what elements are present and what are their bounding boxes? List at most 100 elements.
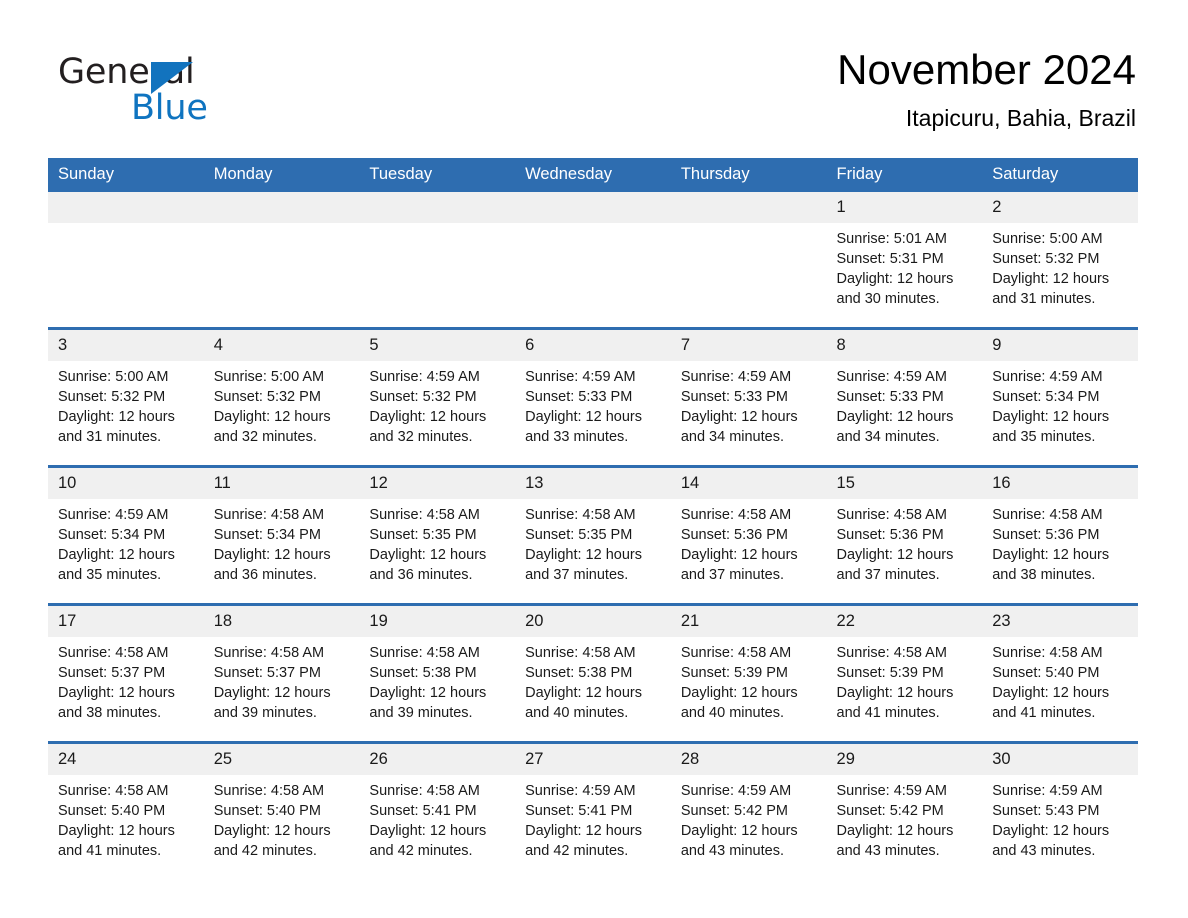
weekday-header-sunday: Sunday xyxy=(48,158,204,192)
calendar-day-cell[interactable]: 29 Sunrise: 4:59 AM Sunset: 5:42 PM Dayligh… xyxy=(826,741,983,879)
daylight-text: Daylight: 12 hours and 43 minutes. xyxy=(992,823,1110,859)
day-cell-inner: 3 Sunrise: 5:00 AM Sunset: 5:32 PM Daylight… xyxy=(48,330,204,465)
calendar-day-cell[interactable]: 6 Sunrise: 4:59 AM Sunset: 5:33 PM Daylight… xyxy=(515,327,671,467)
sunrise-text: Sunrise: 4:58 AM xyxy=(369,507,480,523)
sunrise-text: Sunrise: 4:58 AM xyxy=(58,783,169,799)
day-cell-inner: 26 Sunrise: 4:58 AM Sunset: 5:41 PM Dayligh… xyxy=(359,744,516,879)
day-cell-inner: 24 Sunrise: 4:58 AM Sunset: 5:40 PM Dayligh… xyxy=(48,744,204,879)
day-cell-inner xyxy=(203,192,360,327)
sunset-text: Sunset: 5:41 PM xyxy=(525,803,633,819)
calendar-day-cell[interactable]: 16 Sunrise: 4:58 AM Sunset: 5:36 PM Dayligh… xyxy=(982,465,1138,605)
day-details: Sunrise: 4:58 AM Sunset: 5:35 PM Daylight:… xyxy=(359,499,515,585)
daylight-text: Daylight: 12 hours and 36 minutes. xyxy=(369,547,487,583)
day-details: Sunrise: 4:58 AM Sunset: 5:35 PM Daylight:… xyxy=(515,499,671,585)
calendar-day-cell[interactable]: 26 Sunrise: 4:58 AM Sunset: 5:41 PM Dayligh… xyxy=(359,741,516,879)
day-details: Sunrise: 4:59 AM Sunset: 5:34 PM Daylight:… xyxy=(48,499,204,585)
day-details: Sunrise: 4:58 AM Sunset: 5:39 PM Daylight:… xyxy=(827,637,983,723)
day-cell-inner: 19 Sunrise: 4:58 AM Sunset: 5:38 PM Dayligh… xyxy=(359,606,516,741)
calendar-day-cell[interactable]: 2 Sunrise: 5:00 AM Sunset: 5:32 PM Daylight… xyxy=(982,192,1138,329)
day-number: 2 xyxy=(982,192,1138,223)
calendar-day-cell-empty xyxy=(203,192,360,329)
calendar-day-cell[interactable]: 13 Sunrise: 4:58 AM Sunset: 5:35 PM Dayligh… xyxy=(515,465,671,605)
day-details: Sunrise: 4:59 AM Sunset: 5:33 PM Daylight:… xyxy=(827,361,983,447)
sunset-text: Sunset: 5:33 PM xyxy=(525,389,633,405)
day-cell-inner: 29 Sunrise: 4:59 AM Sunset: 5:42 PM Dayligh… xyxy=(826,744,983,879)
day-details: Sunrise: 4:59 AM Sunset: 5:32 PM Daylight:… xyxy=(359,361,515,447)
calendar-day-cell[interactable]: 24 Sunrise: 4:58 AM Sunset: 5:40 PM Dayligh… xyxy=(48,741,204,879)
calendar-day-cell[interactable]: 21 Sunrise: 4:58 AM Sunset: 5:39 PM Dayligh… xyxy=(670,603,827,743)
daylight-text: Daylight: 12 hours and 34 minutes. xyxy=(836,409,954,445)
daylight-text: Daylight: 12 hours and 35 minutes. xyxy=(58,547,175,583)
calendar-header-row: Sunday Monday Tuesday Wednesday Thursday Frid… xyxy=(48,158,1138,192)
calendar-day-cell[interactable]: 27 Sunrise: 4:59 AM Sunset: 5:41 PM Dayligh… xyxy=(515,741,671,879)
day-details: Sunrise: 4:58 AM Sunset: 5:40 PM Daylight:… xyxy=(204,775,360,861)
daylight-text: Daylight: 12 hours and 42 minutes. xyxy=(213,823,331,859)
calendar-day-cell[interactable]: 10 Sunrise: 4:59 AM Sunset: 5:34 PM Dayligh… xyxy=(48,465,204,605)
day-details: Sunrise: 4:58 AM Sunset: 5:39 PM Daylight:… xyxy=(671,637,827,723)
calendar-day-cell[interactable]: 23 Sunrise: 4:58 AM Sunset: 5:40 PM Dayligh… xyxy=(982,603,1138,743)
daylight-text: Daylight: 12 hours and 42 minutes. xyxy=(369,823,487,859)
calendar-day-cell[interactable]: 9 Sunrise: 4:59 AM Sunset: 5:34 PM Daylight… xyxy=(982,327,1138,467)
day-number: 4 xyxy=(203,330,360,361)
day-number: 5 xyxy=(359,330,516,361)
day-number: 23 xyxy=(982,606,1138,637)
brand-logo[interactable]: General Blue xyxy=(58,52,318,130)
sunrise-text: Sunrise: 5:00 AM xyxy=(992,231,1103,247)
sunset-text: Sunset: 5:35 PM xyxy=(369,527,477,543)
day-details: Sunrise: 4:59 AM Sunset: 5:43 PM Daylight:… xyxy=(982,775,1138,861)
day-number: 8 xyxy=(826,330,983,361)
day-number xyxy=(203,192,360,223)
day-cell-inner: 17 Sunrise: 4:58 AM Sunset: 5:37 PM Dayligh… xyxy=(48,606,204,741)
daylight-text: Daylight: 12 hours and 38 minutes. xyxy=(992,547,1110,583)
day-number: 26 xyxy=(359,744,516,775)
day-cell-inner: 7 Sunrise: 4:59 AM Sunset: 5:33 PM Daylight… xyxy=(670,330,827,465)
calendar-day-cell[interactable]: 3 Sunrise: 5:00 AM Sunset: 5:32 PM Daylight… xyxy=(48,327,204,467)
calendar-day-cell[interactable]: 11 Sunrise: 4:58 AM Sunset: 5:34 PM Dayligh… xyxy=(203,465,360,605)
calendar-day-cell[interactable]: 7 Sunrise: 4:59 AM Sunset: 5:33 PM Daylight… xyxy=(670,327,827,467)
calendar-day-cell[interactable]: 28 Sunrise: 4:59 AM Sunset: 5:42 PM Dayligh… xyxy=(670,741,827,879)
calendar-day-cell[interactable]: 12 Sunrise: 4:58 AM Sunset: 5:35 PM Dayligh… xyxy=(359,465,516,605)
calendar-day-cell-empty xyxy=(670,192,827,329)
day-number: 30 xyxy=(982,744,1138,775)
daylight-text: Daylight: 12 hours and 40 minutes. xyxy=(525,685,642,721)
day-number: 9 xyxy=(982,330,1138,361)
calendar-day-cell[interactable]: 22 Sunrise: 4:58 AM Sunset: 5:39 PM Dayligh… xyxy=(826,603,983,743)
day-details: Sunrise: 4:58 AM Sunset: 5:36 PM Daylight:… xyxy=(982,499,1138,585)
calendar-day-cell[interactable]: 19 Sunrise: 4:58 AM Sunset: 5:38 PM Dayligh… xyxy=(359,603,516,743)
day-number: 15 xyxy=(826,468,983,499)
sunset-text: Sunset: 5:33 PM xyxy=(680,389,789,405)
calendar-day-cell[interactable]: 30 Sunrise: 4:59 AM Sunset: 5:43 PM Dayligh… xyxy=(982,741,1138,879)
sunset-text: Sunset: 5:35 PM xyxy=(525,527,633,543)
sunrise-text: Sunrise: 4:58 AM xyxy=(680,645,792,661)
day-number: 24 xyxy=(48,744,204,775)
sunset-text: Sunset: 5:34 PM xyxy=(992,389,1100,405)
calendar-day-cell[interactable]: 15 Sunrise: 4:58 AM Sunset: 5:36 PM Dayligh… xyxy=(826,465,983,605)
sunset-text: Sunset: 5:40 PM xyxy=(213,803,321,819)
sunrise-text: Sunrise: 4:58 AM xyxy=(58,645,169,661)
day-cell-inner: 2 Sunrise: 5:00 AM Sunset: 5:32 PM Daylight… xyxy=(982,192,1138,327)
calendar-day-cell[interactable]: 8 Sunrise: 4:59 AM Sunset: 5:33 PM Daylight… xyxy=(826,327,983,467)
calendar-day-cell[interactable]: 1 Sunrise: 5:01 AM Sunset: 5:31 PM Daylight… xyxy=(826,192,983,329)
sunrise-text: Sunrise: 5:00 AM xyxy=(58,369,169,385)
day-details: Sunrise: 4:59 AM Sunset: 5:41 PM Daylight:… xyxy=(515,775,671,861)
day-number: 17 xyxy=(48,606,204,637)
sunset-text: Sunset: 5:36 PM xyxy=(836,527,944,543)
calendar-day-cell[interactable]: 14 Sunrise: 4:58 AM Sunset: 5:36 PM Dayligh… xyxy=(670,465,827,605)
calendar-day-cell[interactable]: 4 Sunrise: 5:00 AM Sunset: 5:32 PM Daylight… xyxy=(203,327,360,467)
sunrise-text: Sunrise: 4:58 AM xyxy=(836,507,947,523)
day-cell-inner xyxy=(48,192,204,327)
day-number: 12 xyxy=(359,468,516,499)
calendar-day-cell[interactable]: 20 Sunrise: 4:58 AM Sunset: 5:38 PM Dayligh… xyxy=(515,603,671,743)
sunrise-text: Sunrise: 4:59 AM xyxy=(525,783,636,799)
day-details: Sunrise: 5:01 AM Sunset: 5:31 PM Daylight:… xyxy=(827,223,983,309)
calendar-day-cell[interactable]: 25 Sunrise: 4:58 AM Sunset: 5:40 PM Dayligh… xyxy=(203,741,360,879)
calendar-day-cell[interactable]: 5 Sunrise: 4:59 AM Sunset: 5:32 PM Daylight… xyxy=(359,327,516,467)
day-cell-inner: 27 Sunrise: 4:59 AM Sunset: 5:41 PM Dayligh… xyxy=(515,744,671,879)
daylight-text: Daylight: 12 hours and 41 minutes. xyxy=(58,823,175,859)
day-cell-inner: 11 Sunrise: 4:58 AM Sunset: 5:34 PM Dayligh… xyxy=(203,468,360,603)
day-cell-inner: 6 Sunrise: 4:59 AM Sunset: 5:33 PM Daylight… xyxy=(515,330,671,465)
calendar-day-cell[interactable]: 17 Sunrise: 4:58 AM Sunset: 5:37 PM Dayligh… xyxy=(48,603,204,743)
calendar-day-cell[interactable]: 18 Sunrise: 4:58 AM Sunset: 5:37 PM Dayligh… xyxy=(203,603,360,743)
sunset-text: Sunset: 5:39 PM xyxy=(680,665,789,681)
sunset-text: Sunset: 5:34 PM xyxy=(213,527,321,543)
